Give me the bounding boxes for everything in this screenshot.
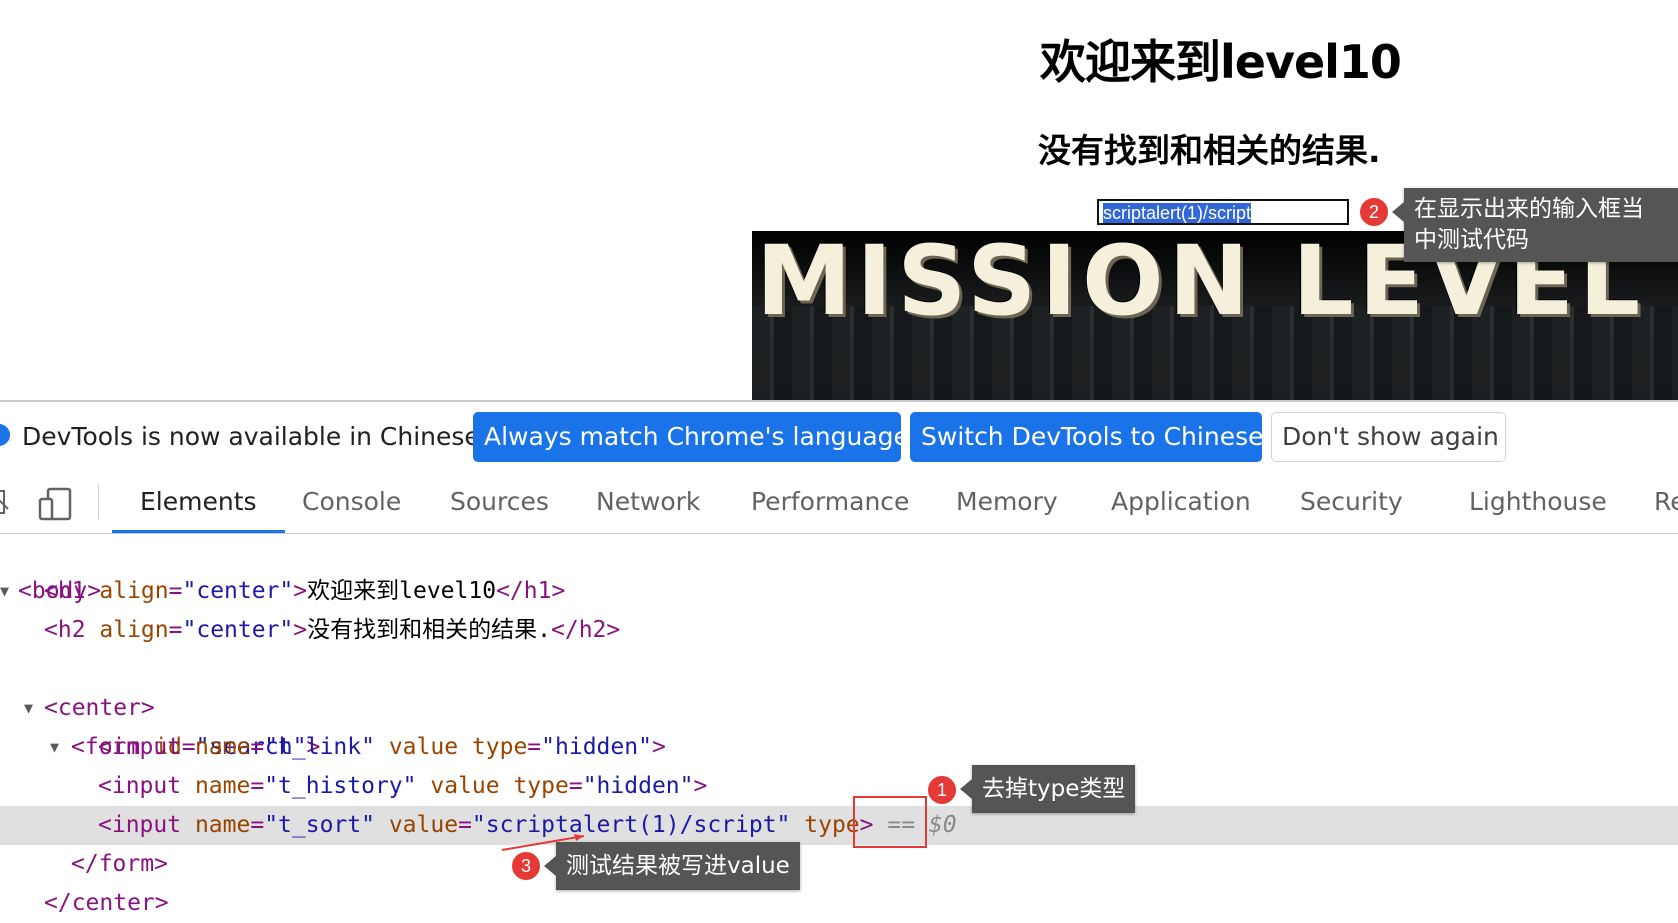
callout-2-line2: 中测试代码 [1414, 227, 1529, 253]
infobar-message: DevTools is now available in Chinese! [22, 422, 490, 451]
dom-node-input-t-history[interactable]: <input name="t_history" value type="hidd… [0, 767, 1678, 806]
dom-node-center-close[interactable]: </center> [0, 884, 1678, 923]
dom-node-form[interactable]: ▼ <form id="search"> [0, 689, 1678, 760]
dom-node-body[interactable]: ▼ <body> [0, 533, 1678, 604]
callout-badge-3: 3 [510, 850, 542, 882]
callout-tooltip-3: 测试结果被写进value [544, 842, 800, 890]
tab-sources[interactable]: Sources [450, 471, 549, 532]
tab-network[interactable]: Network [596, 471, 700, 532]
switch-to-chinese-button[interactable]: Switch DevTools to Chinese [910, 412, 1263, 462]
search-input[interactable]: scriptalert(1)/script [1097, 199, 1349, 225]
dom-node-form-close[interactable]: </form> [0, 845, 1678, 884]
dom-tree: ▼ <body> <h1 align="center">欢迎来到level10</… [0, 533, 1678, 916]
callout-tooltip-1: 去掉type类型 [959, 765, 1136, 813]
tab-elements[interactable]: Elements [112, 471, 284, 533]
inspect-element-icon[interactable] [0, 487, 12, 517]
always-match-language-button[interactable]: Always match Chrome's language [473, 412, 909, 462]
page-subheading: 没有找到和相关的结果. [1038, 131, 1381, 170]
callout-2-line1: 在显示出来的输入框当 [1414, 196, 1644, 222]
dom-node-h1[interactable]: <h1 align="center">欢迎来到level10</h1> [0, 572, 1678, 611]
device-toolbar-icon[interactable] [38, 487, 74, 521]
page-viewport: 欢迎来到level10 没有找到和相关的结果. scriptalert(1)/s… [0, 0, 1678, 401]
callout-badge-2: 2 [1358, 196, 1390, 228]
tab-security[interactable]: Security [1300, 471, 1403, 532]
tab-memory[interactable]: Memory [956, 471, 1058, 532]
devtools-panel: DevTools is now available in Chinese! Al… [0, 400, 1678, 916]
callout-badge-1: 1 [926, 774, 958, 806]
search-input-value: scriptalert(1)/script [1103, 203, 1252, 223]
dom-node-input-t-link[interactable]: <input name="t_link" value type="hidden"… [0, 728, 1678, 767]
info-icon [0, 424, 10, 446]
tab-performance[interactable]: Performance [751, 471, 909, 532]
devtools-tabbar: Elements Console Sources Network Perform… [0, 471, 1678, 534]
page-heading: 欢迎来到level10 [1040, 35, 1402, 89]
tab-lighthouse[interactable]: Lighthouse [1469, 471, 1607, 532]
tab-application[interactable]: Application [1111, 471, 1251, 532]
tab-console[interactable]: Console [302, 471, 401, 532]
dom-node-h2[interactable]: <h2 align="center">没有找到和相关的结果.</h2> [0, 611, 1678, 650]
dom-node-input-t-sort-selected[interactable]: <input name="t_sort" value="scriptalert(… [0, 806, 1678, 845]
callout-tooltip-2: 在显示出来的输入框当 中测试代码 [1392, 188, 1678, 262]
tab-recorder-truncated[interactable]: Re [1654, 471, 1678, 532]
highlight-box-type [853, 796, 927, 848]
tabbar-divider [98, 485, 99, 519]
dom-node-center[interactable]: ▼ <center> [0, 650, 1678, 721]
language-infobar: DevTools is now available in Chinese! Al… [0, 402, 1678, 472]
dont-show-again-button[interactable]: Don't show again [1271, 412, 1506, 462]
